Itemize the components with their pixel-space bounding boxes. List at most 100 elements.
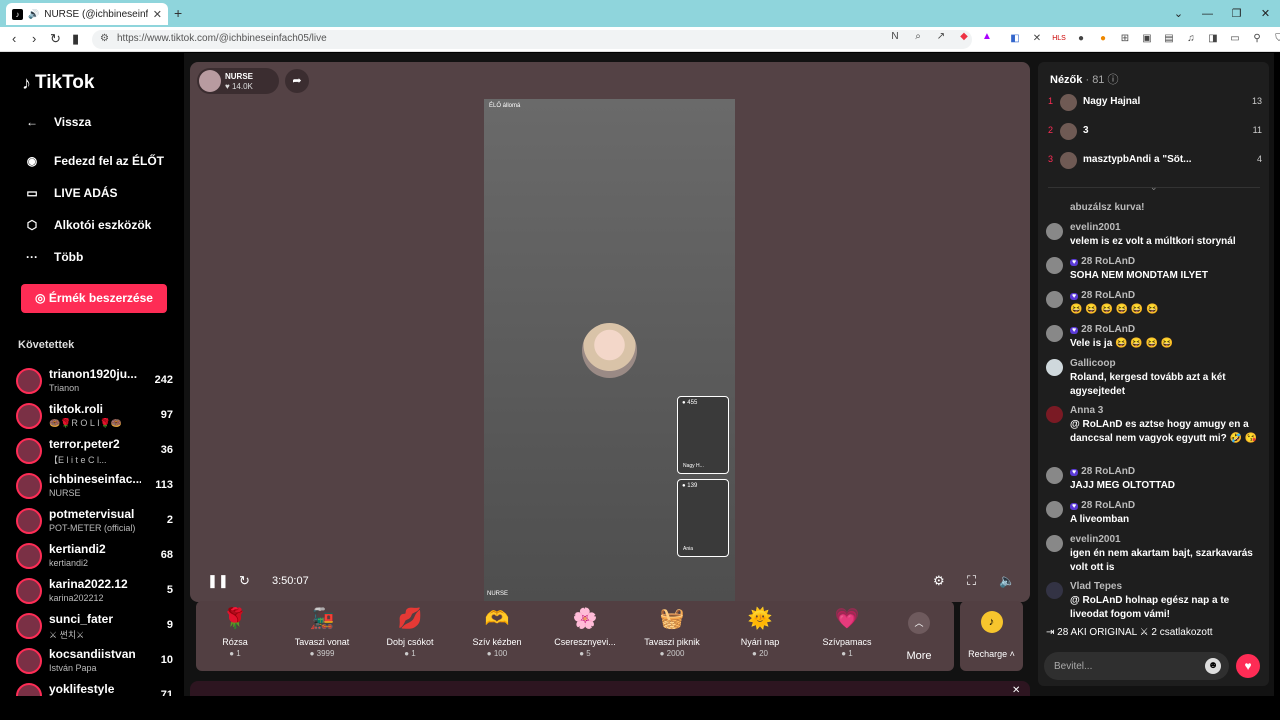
chat-input[interactable]: Bevitel... [1044, 652, 1229, 680]
gift-name: Tavaszi vonat [294, 637, 350, 647]
bookmark-icon[interactable]: ▮ [72, 31, 79, 47]
tiktok-logo[interactable]: ♪ TikTok [22, 72, 94, 94]
following-item[interactable]: terror.peter2 【E l i t e C l... 36 [16, 436, 181, 466]
site-info-icon[interactable]: ⚙ [100, 33, 109, 44]
message-user[interactable]: evelin2001 [1070, 534, 1121, 545]
avatar[interactable] [1046, 359, 1063, 376]
translate-icon[interactable]: N [888, 30, 902, 44]
back-link[interactable]: ← Vissza [24, 115, 91, 129]
ranking-row[interactable]: 2 3 11 [1048, 122, 1262, 142]
like-heart-icon[interactable]: ♥ [1236, 654, 1260, 678]
following-item[interactable]: kocsandiistvan István Papa 10 [16, 646, 181, 676]
avatar[interactable] [1046, 467, 1063, 484]
close-banner-icon[interactable]: ✕ [1012, 685, 1020, 696]
host-likes: ♥ 14.0K [225, 82, 253, 91]
forward-icon[interactable]: › [32, 31, 36, 46]
expand-chevron-icon[interactable]: ⌄ [1150, 182, 1158, 193]
wallet-icon[interactable]: ▭ [1228, 32, 1242, 46]
tab-search-icon[interactable]: ⌄ [1164, 7, 1193, 20]
extension-icon[interactable]: ⊞ [1118, 32, 1132, 46]
message-user[interactable]: evelin2001 [1070, 222, 1121, 233]
close-window-icon[interactable]: ✕ [1251, 7, 1280, 20]
back-icon[interactable]: ‹ [12, 31, 16, 46]
nav-live-broadcast[interactable]: ▭ LIVE ADÁS [24, 186, 117, 200]
avatar[interactable] [1046, 223, 1063, 240]
volume-icon[interactable]: 🔈 [999, 573, 1015, 589]
url-field[interactable]: ⚙ https://www.tiktok.com/@ichbineseinfac… [92, 30, 972, 49]
message-user[interactable]: Anna 3 [1070, 405, 1103, 416]
close-tab-icon[interactable]: ✕ [153, 8, 162, 21]
sidebar-toggle-icon[interactable]: ◨ [1206, 32, 1220, 46]
new-tab-button[interactable]: + [174, 5, 182, 21]
settings-gear-icon[interactable]: ⚙ [933, 573, 945, 589]
extension-icon[interactable]: ● [1074, 32, 1088, 46]
gift-item[interactable]: 🌞 Nyári nap ● 20 [720, 606, 800, 658]
music-icon[interactable]: ♫ [1184, 32, 1198, 46]
following-item[interactable]: potmetervisual POT-METER (official) 2 [16, 506, 181, 536]
avatar[interactable] [1046, 406, 1063, 423]
message-user[interactable]: Gallicoop [1070, 358, 1116, 369]
recharge-button[interactable]: ♪ Recharge ˄ [960, 601, 1023, 671]
pause-icon[interactable]: ❚❚ [207, 573, 229, 589]
brave-shield-icon[interactable]: ◆ [957, 30, 971, 44]
restore-icon[interactable]: ❐ [1222, 7, 1251, 20]
extensions-icon[interactable]: ⚲ [1250, 32, 1264, 46]
following-item[interactable]: sunci_fater ⚔ 썬치⚔ 9 [16, 611, 181, 641]
gift-item[interactable]: 💋 Dobj csókot ● 1 [370, 606, 450, 658]
browser-tab[interactable]: ♪ 🔊 NURSE (@ichbineseinfach05) | ✕ [6, 3, 168, 25]
ranking-row[interactable]: 1 Nagy Hajnal 13 [1048, 93, 1262, 113]
rank-name: masztурbAndi a "Söt... [1083, 154, 1192, 165]
extension-icon[interactable]: ▣ [1140, 32, 1154, 46]
hls-extension-icon[interactable]: HLS [1052, 32, 1066, 46]
zoom-icon[interactable]: ⌕ [911, 30, 925, 44]
avatar[interactable] [1046, 325, 1063, 342]
refresh-icon[interactable]: ↻ [239, 573, 250, 589]
avatar[interactable] [1046, 535, 1063, 552]
gift-item[interactable]: 💗 Szívpamacs ● 1 [807, 606, 887, 658]
nav-explore-live[interactable]: ◉ Fedezd fel az ÉLŐT [24, 154, 164, 168]
guest-window[interactable]: ● 455 Nagy H... [677, 396, 729, 474]
gift-item[interactable]: 🫶 Szív kézben ● 100 [457, 606, 537, 658]
guest-window[interactable]: ● 139 Ania [677, 479, 729, 557]
following-item[interactable]: kertiandi2 kertiandi2 68 [16, 541, 181, 571]
gift-item[interactable]: 🌸 Cseresznyevi... ● 5 [545, 606, 625, 658]
avatar[interactable] [1046, 291, 1063, 308]
reload-icon[interactable]: ↻ [50, 31, 61, 47]
vpn-icon[interactable]: ⛉ [1272, 32, 1280, 46]
extension-icon[interactable]: ◧ [1008, 32, 1022, 46]
viewers-header[interactable]: Nézők · 81 ⓘ [1050, 71, 1119, 87]
following-item[interactable]: yoklifestyle 71 [16, 681, 181, 696]
following-item[interactable]: ichbineseinfac... NURSE 113 [16, 471, 181, 501]
extension-icon[interactable]: ● [1096, 32, 1110, 46]
nav-more[interactable]: ··· Több [24, 250, 83, 264]
gift-item[interactable]: 🧺 Tavaszi piknik ● 2000 [632, 606, 712, 658]
help-icon[interactable]: ⓘ [1108, 74, 1119, 86]
avatar[interactable] [1046, 257, 1063, 274]
message-user[interactable]: ♥ 28 RoLAnD [1070, 466, 1135, 477]
following-item[interactable]: tiktok.roli 🍩🌹R O L I🌹🍩 97 [16, 401, 181, 431]
message-user[interactable]: Vlad Tepes [1070, 581, 1122, 592]
more-gifts-button[interactable]: ︿ More [894, 612, 944, 662]
share-button[interactable]: ➦ [285, 69, 309, 93]
message-user[interactable]: ♥ 28 RoLAnD [1070, 324, 1135, 335]
get-coins-button[interactable]: ◎ Érmék beszerzése [21, 284, 167, 313]
gift-item[interactable]: 🚂 Tavaszi vonat ● 3999 [282, 606, 362, 658]
nav-creator-tools[interactable]: ⬡ Alkotói eszközök [24, 218, 152, 232]
message-user[interactable]: ♥ 28 RoLAnD [1070, 290, 1135, 301]
gift-item[interactable]: 🌹 Rózsa ● 1 [195, 606, 275, 658]
extension-icon[interactable]: ▤ [1162, 32, 1176, 46]
emoji-icon[interactable]: ☻ [1205, 658, 1221, 674]
message-user[interactable]: ♥ 28 RoLAnD [1070, 256, 1135, 267]
following-item[interactable]: trianon1920ju... Trianon 242 [16, 366, 181, 396]
host-info[interactable]: NURSE ♥ 14.0K [197, 68, 279, 94]
share-page-icon[interactable]: ↗ [934, 30, 948, 44]
following-item[interactable]: karina2022.12 karina202212 5 [16, 576, 181, 606]
message-user[interactable]: ♥ 28 RoLAnD [1070, 500, 1135, 511]
rewards-icon[interactable]: ▲ [980, 30, 994, 44]
ranking-row[interactable]: 3 masztурbAndi a "Söt... 4 [1048, 151, 1262, 171]
minimize-icon[interactable]: — [1193, 8, 1222, 20]
fullscreen-icon[interactable]: ⛶ [967, 573, 976, 589]
avatar[interactable] [1046, 501, 1063, 518]
extension-icon[interactable]: ✕ [1030, 32, 1044, 46]
avatar[interactable] [1046, 582, 1063, 599]
